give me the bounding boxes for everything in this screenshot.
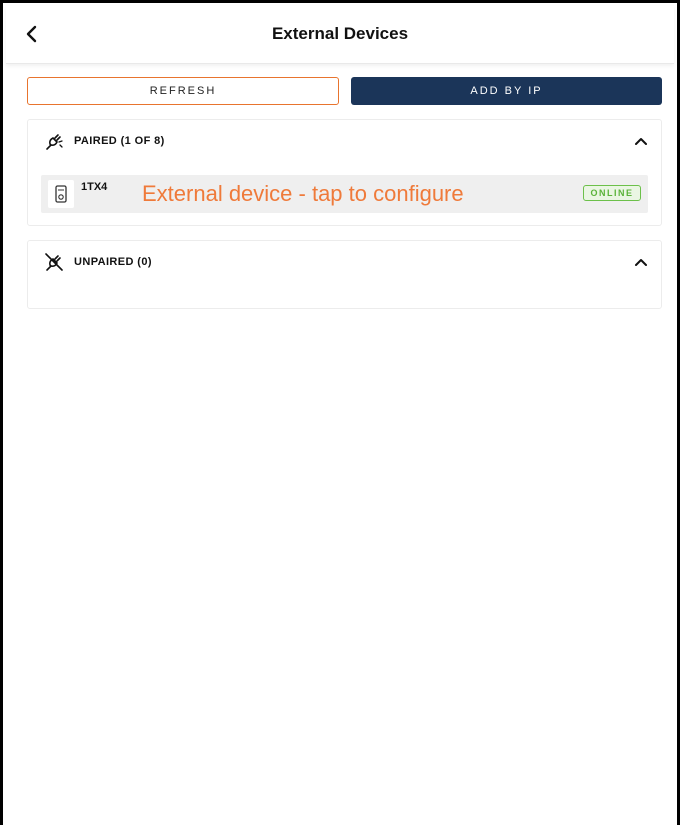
device-name: 1TX4 [81,181,108,193]
unpaired-section-title: UNPAIRED (0) [74,256,152,268]
status-badge: ONLINE [583,185,641,201]
action-bar: REFRESH ADD BY IP [27,77,662,105]
unpaired-section-header[interactable]: UNPAIRED (0) [28,241,661,285]
paired-section: PAIRED (1 OF 8) 1TX4 External device - t… [27,119,662,226]
device-hint: External device - tap to configure [142,181,464,206]
app-frame: External Devices REFRESH ADD BY IP PAIRE… [0,0,680,825]
refresh-button[interactable]: REFRESH [27,77,339,105]
chevron-up-icon[interactable] [633,133,649,149]
device-row-1tx4[interactable]: 1TX4 External device - tap to configure … [41,175,648,213]
chevron-up-icon[interactable] [633,254,649,270]
paired-section-title: PAIRED (1 OF 8) [74,135,165,147]
add-by-ip-button[interactable]: ADD BY IP [351,77,662,105]
device-icon-box [48,180,74,208]
device-icon [55,185,67,203]
top-bar: External Devices [6,6,674,64]
unplugged-icon [45,253,63,271]
page-title: External Devices [271,24,409,43]
paired-section-header[interactable]: PAIRED (1 OF 8) [28,120,661,164]
plug-icon [46,134,63,150]
unpaired-section: UNPAIRED (0) [27,240,662,309]
